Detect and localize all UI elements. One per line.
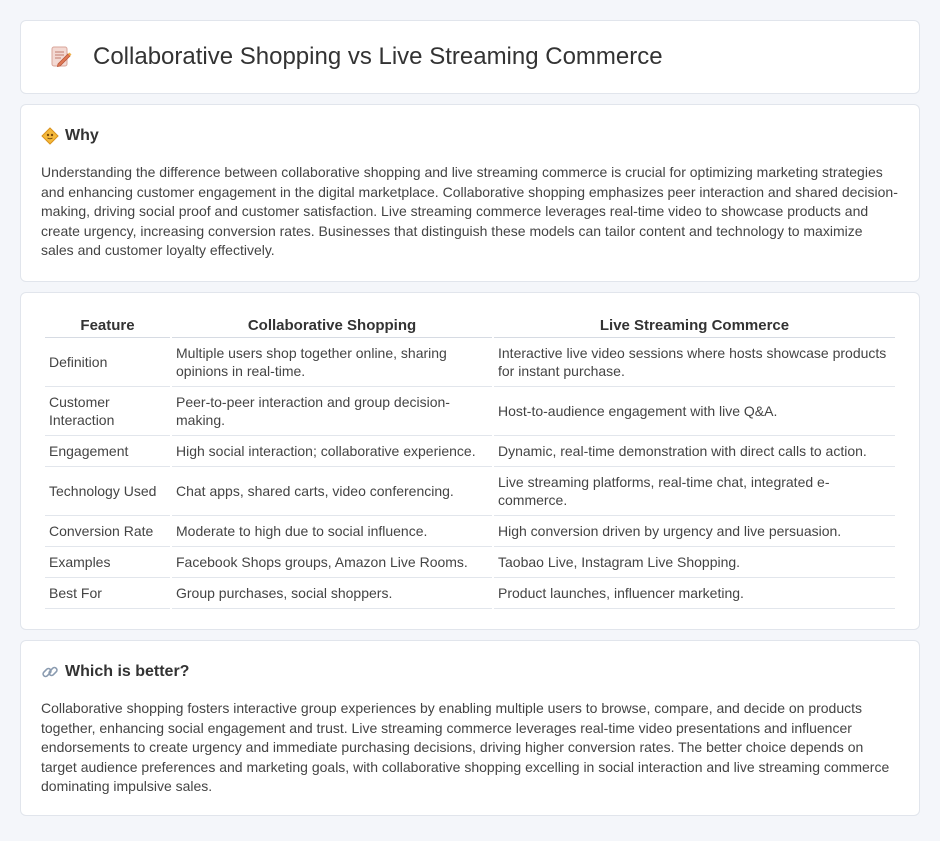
which-section-header: Which is better?: [41, 663, 899, 681]
feature-cell: Best For: [45, 578, 170, 609]
table-header-row: Feature Collaborative Shopping Live Stre…: [45, 315, 895, 338]
feature-cell: Conversion Rate: [45, 516, 170, 547]
why-section-header: Why: [41, 127, 899, 145]
page: Collaborative Shopping vs Live Streaming…: [0, 0, 940, 816]
why-text: Understanding the difference between col…: [41, 164, 898, 259]
collaborative-cell: Group purchases, social shoppers.: [172, 578, 492, 609]
table-row: Technology Used Chat apps, shared carts,…: [45, 467, 895, 516]
document-pencil-icon: [51, 46, 72, 68]
table-row: Engagement High social interaction; coll…: [45, 436, 895, 467]
column-header-collaborative: Collaborative Shopping: [172, 315, 492, 338]
feature-cell: Examples: [45, 547, 170, 578]
live-streaming-cell: Taobao Live, Instagram Live Shopping.: [494, 547, 895, 578]
header-card: Collaborative Shopping vs Live Streaming…: [20, 20, 920, 94]
which-text: Collaborative shopping fosters interacti…: [41, 700, 890, 795]
link-icon: [42, 666, 58, 678]
collaborative-cell: Facebook Shops groups, Amazon Live Rooms…: [172, 547, 492, 578]
comparison-table-card: Feature Collaborative Shopping Live Stre…: [20, 292, 920, 630]
column-header-live-streaming: Live Streaming Commerce: [494, 315, 895, 338]
collaborative-cell: Chat apps, shared carts, video conferenc…: [172, 467, 492, 516]
feature-cell: Engagement: [45, 436, 170, 467]
collaborative-cell: Moderate to high due to social influence…: [172, 516, 492, 547]
table-row: Conversion Rate Moderate to high due to …: [45, 516, 895, 547]
which-title: Which is better?: [65, 663, 190, 680]
live-streaming-cell: High conversion driven by urgency and li…: [494, 516, 895, 547]
live-streaming-cell: Interactive live video sessions where ho…: [494, 338, 895, 387]
column-header-feature: Feature: [45, 315, 170, 338]
table-row: Definition Multiple users shop together …: [45, 338, 895, 387]
live-streaming-cell: Dynamic, real-time demonstration with di…: [494, 436, 895, 467]
diamond-sign-icon: [41, 127, 59, 145]
live-streaming-cell: Live streaming platforms, real-time chat…: [494, 467, 895, 516]
why-title: Why: [65, 127, 99, 144]
comparison-table: Feature Collaborative Shopping Live Stre…: [43, 315, 897, 609]
page-title: Collaborative Shopping vs Live Streaming…: [93, 43, 663, 70]
which-section: Which is better? Collaborative shopping …: [20, 640, 920, 816]
table-row: Customer Interaction Peer-to-peer intera…: [45, 387, 895, 436]
why-section: Why Understanding the difference between…: [20, 104, 920, 282]
collaborative-cell: Peer-to-peer interaction and group decis…: [172, 387, 492, 436]
feature-cell: Technology Used: [45, 467, 170, 516]
feature-cell: Customer Interaction: [45, 387, 170, 436]
collaborative-cell: Multiple users shop together online, sha…: [172, 338, 492, 387]
table-row: Best For Group purchases, social shopper…: [45, 578, 895, 609]
live-streaming-cell: Host-to-audience engagement with live Q&…: [494, 387, 895, 436]
table-row: Examples Facebook Shops groups, Amazon L…: [45, 547, 895, 578]
feature-cell: Definition: [45, 338, 170, 387]
collaborative-cell: High social interaction; collaborative e…: [172, 436, 492, 467]
live-streaming-cell: Product launches, influencer marketing.: [494, 578, 895, 609]
